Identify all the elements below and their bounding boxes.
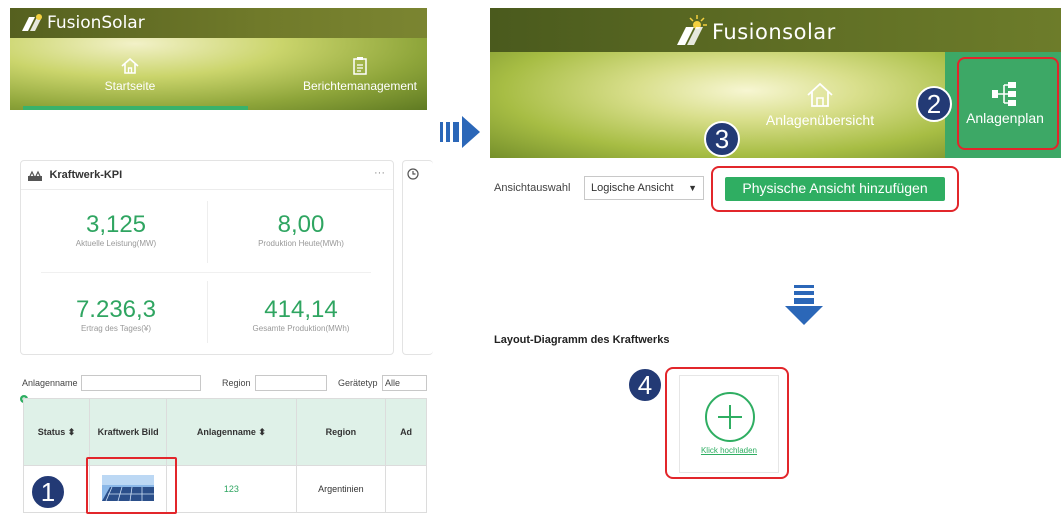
col-address: Ad	[385, 398, 427, 466]
home-icon	[121, 57, 139, 74]
kpi-label: Produktion Heute(MWh)	[258, 239, 344, 248]
kpi-yield-today: 7.236,3 Ertrag des Tages(¥)	[31, 296, 201, 333]
kpi-value: 7.236,3	[75, 296, 157, 323]
kpi-title: Kraftwerk-KPI	[49, 169, 123, 181]
filter-region-label: Region	[222, 378, 251, 388]
nav-startseite[interactable]: Startseite	[70, 56, 190, 93]
highlight-plant-image	[86, 457, 177, 514]
left-logo	[20, 13, 44, 38]
highlight-add-button	[711, 166, 959, 212]
kpi-total-production: 414,14 Gesamte Produktion(MWh)	[216, 296, 386, 333]
clipboard-icon	[353, 57, 367, 75]
view-select[interactable]: Logische Ansicht ▼	[584, 176, 704, 200]
col-plant-image: Kraftwerk Bild	[89, 398, 168, 466]
col-plant-name[interactable]: Anlagenname ⬍	[166, 398, 297, 466]
secondary-card-partial	[402, 160, 433, 355]
power-plant-icon	[28, 170, 42, 181]
nav-startseite-label: Startseite	[104, 79, 156, 93]
right-brand-name: Fusionsolar	[712, 20, 836, 44]
step-2-badge: 2	[916, 86, 952, 122]
step-1-badge: 1	[30, 474, 66, 510]
left-title-bar: FusionSolar	[10, 8, 427, 38]
layout-diagram-title: Layout-Diagramm des Kraftwerks	[494, 334, 670, 346]
cell-address	[385, 465, 427, 513]
step-4-badge: 4	[627, 367, 663, 403]
table-row[interactable]: 123 Argentinien	[22, 465, 427, 513]
right-title-bar: Fusionsolar	[490, 8, 1061, 52]
region-input[interactable]	[255, 375, 327, 391]
kpi-divider	[21, 189, 393, 190]
fusionsolar-logo-icon	[677, 15, 707, 45]
step-3-badge: 3	[704, 121, 740, 157]
nav-berichtemanagement-label: Berichtemanagement	[302, 79, 418, 93]
highlight-anlagenplan	[957, 57, 1059, 150]
arrow-right-icon	[440, 116, 480, 148]
plants-table: Status ⬍ Kraftwerk Bild Anlagenname ⬍ Re…	[22, 398, 427, 513]
kpi-value: 414,14	[264, 296, 338, 323]
arrow-down-icon	[785, 285, 823, 325]
cell-plant-name[interactable]: 123	[166, 465, 297, 513]
kpi-label: Ertrag des Tages(¥)	[80, 324, 152, 333]
device-type-select[interactable]: Alle	[382, 375, 427, 391]
table-header-row: Status ⬍ Kraftwerk Bild Anlagenname ⬍ Re…	[22, 398, 427, 466]
highlight-upload-area	[665, 367, 789, 479]
kpi-label: Gesamte Produktion(MWh)	[252, 324, 350, 333]
kpi-label: Aktuelle Leistung(MW)	[75, 239, 157, 248]
nav-berichtemanagement[interactable]: Berichtemanagement	[290, 56, 427, 93]
nav-anlagenuebersicht[interactable]: Anlagenübersicht	[745, 81, 895, 128]
fusionsolar-logo-icon	[22, 14, 42, 31]
kpi-vdivider	[207, 281, 208, 343]
left-app-header: FusionSolar Startseite Berichtemanagemen…	[10, 8, 427, 110]
filter-plant-name-label: Anlagenname	[22, 378, 78, 388]
home-icon	[807, 82, 833, 107]
filter-device-type-label: Gerätetyp	[338, 378, 378, 388]
plant-name-input[interactable]	[81, 375, 201, 391]
kpi-production-today: 8,00 Produktion Heute(MWh)	[216, 211, 386, 248]
kpi-current-power: 3,125 Aktuelle Leistung(MW)	[31, 211, 201, 248]
kpi-hdivider	[41, 272, 371, 273]
kpi-more-button[interactable]: ···	[374, 167, 385, 179]
nav-anlagenuebersicht-label: Anlagenübersicht	[765, 112, 875, 128]
kpi-card: Kraftwerk-KPI ··· 3,125 Aktuelle Leistun…	[20, 160, 394, 355]
kpi-vdivider	[207, 201, 208, 263]
kpi-title-row: Kraftwerk-KPI	[27, 169, 122, 187]
chevron-down-icon: ▼	[688, 183, 697, 193]
view-select-label: Ansichtauswahl	[494, 182, 571, 194]
active-tab-indicator	[23, 106, 248, 110]
kpi-value: 8,00	[277, 211, 325, 238]
kpi-value: 3,125	[85, 211, 147, 238]
cell-region: Argentinien	[295, 465, 387, 513]
left-brand-name: FusionSolar	[47, 13, 145, 33]
clock-icon	[407, 168, 419, 180]
col-region: Region	[295, 398, 387, 466]
view-select-value: Logische Ansicht	[591, 182, 674, 194]
col-status[interactable]: Status ⬍	[22, 398, 91, 466]
